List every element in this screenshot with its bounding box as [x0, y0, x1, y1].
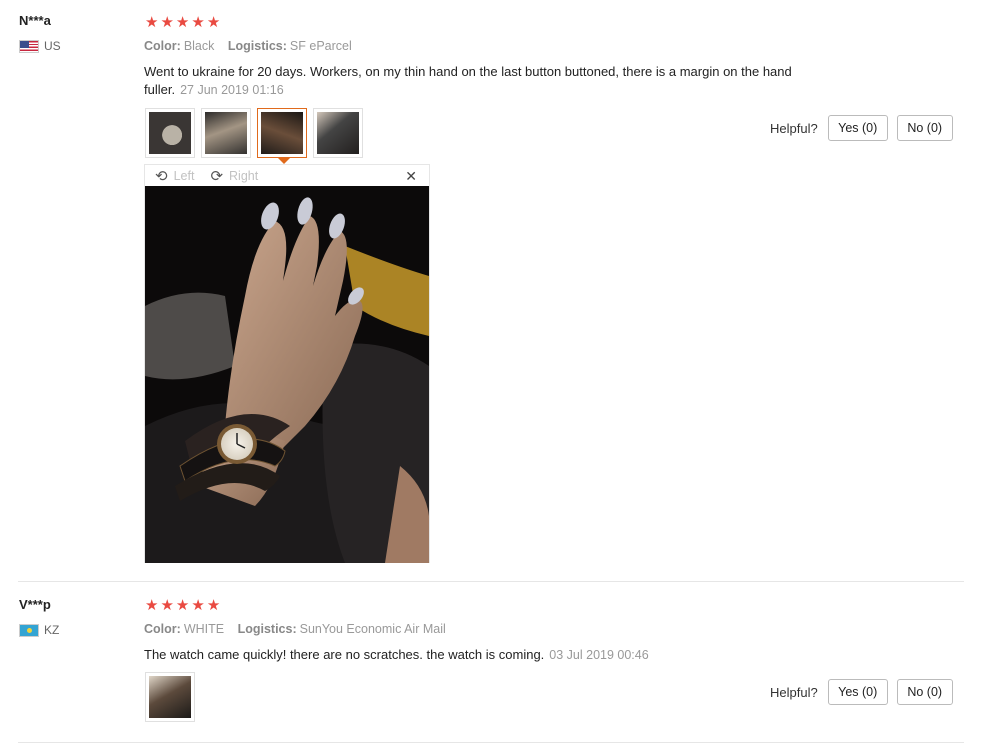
- color-value: WHITE: [183, 622, 225, 636]
- photo-viewer: ⟲ Left ⟳ Right ✕: [144, 164, 430, 563]
- rotate-left-icon[interactable]: ⟲: [155, 169, 168, 184]
- photo-thumbnail[interactable]: [145, 672, 195, 722]
- helpful-no-button[interactable]: No (0): [896, 115, 953, 141]
- review-text: The watch came quickly! there are no scr…: [144, 646, 844, 664]
- helpful-vote: Helpful? Yes (0) No (0): [770, 115, 953, 141]
- helpful-no-button[interactable]: No (0): [896, 679, 953, 705]
- review-photos: [145, 672, 195, 722]
- photo-thumbnail-active[interactable]: [257, 108, 307, 164]
- star-icon: ★: [145, 14, 159, 31]
- logistics-value: SunYou Economic Air Mail: [299, 622, 446, 636]
- rotate-right-icon[interactable]: ⟳: [210, 169, 223, 184]
- viewer-toolbar: ⟲ Left ⟳ Right ✕: [145, 165, 429, 187]
- country-code: US: [44, 39, 61, 53]
- color-label: Color:: [144, 39, 181, 53]
- helpful-yes-button[interactable]: Yes (0): [827, 115, 888, 141]
- helpful-label: Helpful?: [770, 120, 818, 136]
- close-icon[interactable]: ✕: [405, 168, 417, 185]
- logistics-value: SF eParcel: [289, 39, 352, 53]
- country-code: KZ: [44, 623, 60, 637]
- rotate-right-label[interactable]: Right: [229, 169, 258, 183]
- order-info: Color: Black Logistics: SF eParcel: [144, 39, 352, 53]
- logistics-label: Logistics:: [237, 622, 297, 636]
- star-icon: ★: [206, 597, 221, 614]
- star-rating: ★ ★ ★ ★ ★: [145, 15, 220, 30]
- logistics-label: Logistics:: [227, 39, 287, 53]
- order-info: Color: WHITE Logistics: SunYou Economic Ai…: [144, 622, 446, 636]
- photo-thumbnail[interactable]: [201, 108, 251, 158]
- review-body: The watch came quickly! there are no scr…: [144, 647, 545, 662]
- photo-thumbnail[interactable]: [145, 108, 195, 158]
- review-divider: [18, 742, 964, 743]
- star-icon: ★: [145, 597, 159, 614]
- review-divider: [18, 581, 964, 582]
- reviewer-country: US: [19, 39, 61, 53]
- review-date: 27 Jun 2019 01:16: [180, 83, 284, 97]
- photo-thumbnail[interactable]: [313, 108, 363, 158]
- reviewer-name: N***a: [19, 13, 51, 28]
- star-icon: ★: [206, 14, 221, 31]
- review-item: V***p KZ ★ ★ ★ ★ ★ Color: WHITE Logistics…: [0, 583, 989, 743]
- review-item: N***a US ★ ★ ★ ★ ★ Color: Black Logistics…: [0, 0, 989, 582]
- rotate-left-label[interactable]: Left: [174, 169, 195, 183]
- star-rating: ★ ★ ★ ★ ★: [145, 598, 220, 613]
- review-photos: [145, 108, 363, 164]
- kz-flag-icon: [19, 623, 39, 637]
- helpful-vote: Helpful? Yes (0) No (0): [770, 679, 953, 705]
- color-label: Color:: [144, 622, 181, 636]
- reviewer-name: V***p: [19, 597, 51, 612]
- star-icon: ★: [160, 14, 174, 31]
- star-icon: ★: [191, 597, 205, 614]
- review-text: Went to ukraine for 20 days. Workers, on…: [144, 63, 844, 99]
- star-icon: ★: [191, 14, 205, 31]
- star-icon: ★: [160, 597, 174, 614]
- hand-with-watch-photo: [145, 186, 429, 563]
- helpful-yes-button[interactable]: Yes (0): [827, 679, 888, 705]
- us-flag-icon: [19, 39, 39, 53]
- color-value: Black: [183, 39, 215, 53]
- reviewer-country: KZ: [19, 623, 59, 637]
- star-icon: ★: [175, 597, 190, 614]
- star-icon: ★: [175, 14, 190, 31]
- review-photo-large: [145, 186, 429, 563]
- helpful-label: Helpful?: [770, 684, 818, 700]
- review-date: 03 Jul 2019 00:46: [549, 648, 649, 662]
